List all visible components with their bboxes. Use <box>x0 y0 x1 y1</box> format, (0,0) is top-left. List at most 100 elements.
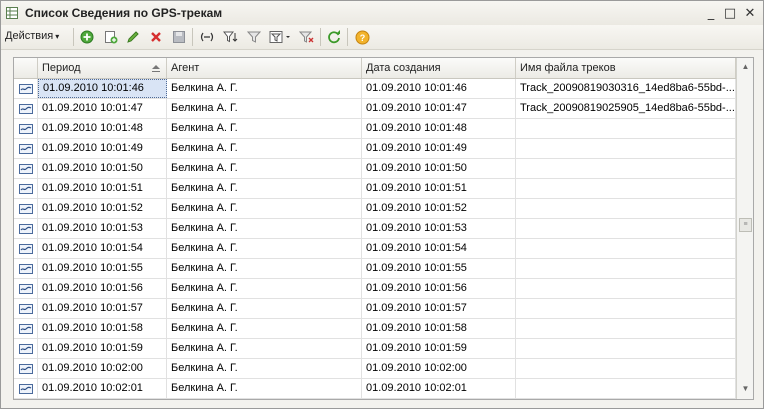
cell-created[interactable]: 01.09.2010 10:01:57 <box>362 299 516 318</box>
cell-created[interactable]: 01.09.2010 10:01:48 <box>362 119 516 138</box>
cell-agent[interactable]: Белкина А. Г. <box>167 339 362 358</box>
filter-button[interactable] <box>245 28 263 46</box>
minimize-button[interactable]: _ <box>703 5 719 21</box>
cell-period[interactable]: 01.09.2010 10:01:52 <box>38 199 167 218</box>
cell-agent[interactable]: Белкина А. Г. <box>167 259 362 278</box>
cell-period[interactable]: 01.09.2010 10:01:58 <box>38 319 167 338</box>
filter-set-button[interactable] <box>222 28 240 46</box>
cell-period[interactable]: 01.09.2010 10:01:53 <box>38 219 167 238</box>
cell-period[interactable]: 01.09.2010 10:02:00 <box>38 359 167 378</box>
cell-agent[interactable]: Белкина А. Г. <box>167 239 362 258</box>
table-row[interactable]: 01.09.2010 10:02:01 Белкина А. Г. 01.09.20… <box>14 379 736 399</box>
table-row[interactable]: 01.09.2010 10:01:49 Белкина А. Г. 01.09.20… <box>14 139 736 159</box>
cell-period[interactable]: 01.09.2010 10:01:50 <box>38 159 167 178</box>
filter-clear-button[interactable] <box>298 28 316 46</box>
table-row[interactable]: 01.09.2010 10:01:59 Белкина А. Г. 01.09.20… <box>14 339 736 359</box>
table-row[interactable]: 01.09.2010 10:02:00 Белкина А. Г. 01.09.20… <box>14 359 736 379</box>
cell-period[interactable]: 01.09.2010 10:02:02 <box>38 399 167 400</box>
table-row[interactable]: 01.09.2010 10:01:58 Белкина А. Г. 01.09.20… <box>14 319 736 339</box>
add-button[interactable] <box>78 28 96 46</box>
cell-agent[interactable]: Белкина А. Г. <box>167 139 362 158</box>
cell-created[interactable]: 01.09.2010 10:02:02 <box>362 399 516 400</box>
cell-file[interactable] <box>516 179 736 198</box>
range-button[interactable] <box>198 28 216 46</box>
cell-agent[interactable]: Белкина А. Г. <box>167 199 362 218</box>
vertical-scrollbar[interactable]: ▲ ≡ ▼ <box>736 58 753 399</box>
cell-agent[interactable]: Белкина А. Г. <box>167 299 362 318</box>
cell-created[interactable]: 01.09.2010 10:02:01 <box>362 379 516 398</box>
cell-created[interactable]: 01.09.2010 10:02:00 <box>362 359 516 378</box>
table-row[interactable]: 01.09.2010 10:01:46 Белкина А. Г. 01.09.20… <box>14 79 736 99</box>
scroll-down-button[interactable]: ▼ <box>737 380 753 397</box>
cell-period[interactable]: 01.09.2010 10:01:57 <box>38 299 167 318</box>
cell-period[interactable]: 01.09.2010 10:01:49 <box>38 139 167 158</box>
cell-file[interactable] <box>516 379 736 398</box>
cell-agent[interactable]: Белкина А. Г. <box>167 219 362 238</box>
cell-created[interactable]: 01.09.2010 10:01:59 <box>362 339 516 358</box>
cell-file[interactable] <box>516 299 736 318</box>
cell-period[interactable]: 01.09.2010 10:01:56 <box>38 279 167 298</box>
cell-created[interactable]: 01.09.2010 10:01:58 <box>362 319 516 338</box>
cell-created[interactable]: 01.09.2010 10:01:53 <box>362 219 516 238</box>
cell-file[interactable]: Track_20090819025905_14ed8ba6-55bd-... <box>516 99 736 118</box>
cell-created[interactable]: 01.09.2010 10:01:55 <box>362 259 516 278</box>
cell-file[interactable] <box>516 339 736 358</box>
save-button[interactable] <box>170 28 188 46</box>
cell-file[interactable]: Track_20090819030316_14ed8ba6-55bd-... <box>516 79 736 98</box>
cell-agent[interactable]: Белкина А. Г. <box>167 179 362 198</box>
actions-menu-button[interactable]: Действия ▾ <box>5 30 59 44</box>
copy-button[interactable] <box>102 28 120 46</box>
table-row[interactable]: 01.09.2010 10:01:51 Белкина А. Г. 01.09.20… <box>14 179 736 199</box>
cell-file[interactable] <box>516 239 736 258</box>
cell-file[interactable] <box>516 199 736 218</box>
cell-created[interactable]: 01.09.2010 10:01:51 <box>362 179 516 198</box>
cell-agent[interactable]: Белкина А. Г. <box>167 159 362 178</box>
column-header-agent[interactable]: Агент <box>167 58 362 78</box>
column-header-file[interactable]: Имя файла треков <box>516 58 736 78</box>
refresh-button[interactable] <box>325 28 343 46</box>
cell-file[interactable] <box>516 159 736 178</box>
cell-agent[interactable]: Белкина А. Г. <box>167 399 362 400</box>
cell-agent[interactable]: Белкина А. Г. <box>167 79 362 98</box>
cell-period[interactable]: 01.09.2010 10:01:47 <box>38 99 167 118</box>
cell-period[interactable]: 01.09.2010 10:01:59 <box>38 339 167 358</box>
cell-agent[interactable]: Белкина А. Г. <box>167 379 362 398</box>
table-row[interactable]: 01.09.2010 10:02:02Белкина А. Г.01.09.20… <box>14 399 736 400</box>
delete-button[interactable] <box>147 28 165 46</box>
cell-agent[interactable]: Белкина А. Г. <box>167 319 362 338</box>
table-row[interactable]: 01.09.2010 10:01:48 Белкина А. Г. 01.09.20… <box>14 119 736 139</box>
cell-period[interactable]: 01.09.2010 10:01:48 <box>38 119 167 138</box>
cell-created[interactable]: 01.09.2010 10:01:49 <box>362 139 516 158</box>
table-row[interactable]: 01.09.2010 10:01:50 Белкина А. Г. 01.09.20… <box>14 159 736 179</box>
close-button[interactable]: ✕ <box>742 5 758 21</box>
cell-period[interactable]: 01.09.2010 10:02:01 <box>38 379 167 398</box>
cell-file[interactable] <box>516 139 736 158</box>
column-header-period[interactable]: Период <box>38 58 167 78</box>
cell-created[interactable]: 01.09.2010 10:01:56 <box>362 279 516 298</box>
cell-period[interactable]: 01.09.2010 10:01:46 <box>38 79 167 98</box>
filter-menu-button[interactable] <box>268 28 294 46</box>
edit-button[interactable] <box>124 28 142 46</box>
table-row[interactable]: 01.09.2010 10:01:53 Белкина А. Г. 01.09.20… <box>14 219 736 239</box>
cell-agent[interactable]: Белкина А. Г. <box>167 99 362 118</box>
scroll-thumb[interactable]: ≡ <box>739 218 752 232</box>
column-header-created[interactable]: Дата создания <box>362 58 516 78</box>
table-row[interactable]: 01.09.2010 10:01:52 Белкина А. Г. 01.09.20… <box>14 199 736 219</box>
maximize-button[interactable]: □ <box>722 5 738 21</box>
cell-created[interactable]: 01.09.2010 10:01:54 <box>362 239 516 258</box>
cell-file[interactable] <box>516 359 736 378</box>
table-row[interactable]: 01.09.2010 10:01:57 Белкина А. Г. 01.09.20… <box>14 299 736 319</box>
cell-agent[interactable]: Белкина А. Г. <box>167 359 362 378</box>
cell-period[interactable]: 01.09.2010 10:01:55 <box>38 259 167 278</box>
cell-file[interactable] <box>516 259 736 278</box>
table-row[interactable]: 01.09.2010 10:01:56 Белкина А. Г. 01.09.20… <box>14 279 736 299</box>
tracks-table[interactable]: Период Агент Дата создания Имя файла тре… <box>13 57 754 400</box>
scroll-up-button[interactable]: ▲ <box>737 58 753 75</box>
cell-period[interactable]: 01.09.2010 10:01:51 <box>38 179 167 198</box>
cell-agent[interactable]: Белкина А. Г. <box>167 119 362 138</box>
cell-created[interactable]: 01.09.2010 10:01:46 <box>362 79 516 98</box>
cell-file[interactable] <box>516 319 736 338</box>
table-row[interactable]: 01.09.2010 10:01:47 Белкина А. Г. 01.09.20… <box>14 99 736 119</box>
help-button[interactable]: ? <box>353 28 371 46</box>
cell-created[interactable]: 01.09.2010 10:01:50 <box>362 159 516 178</box>
